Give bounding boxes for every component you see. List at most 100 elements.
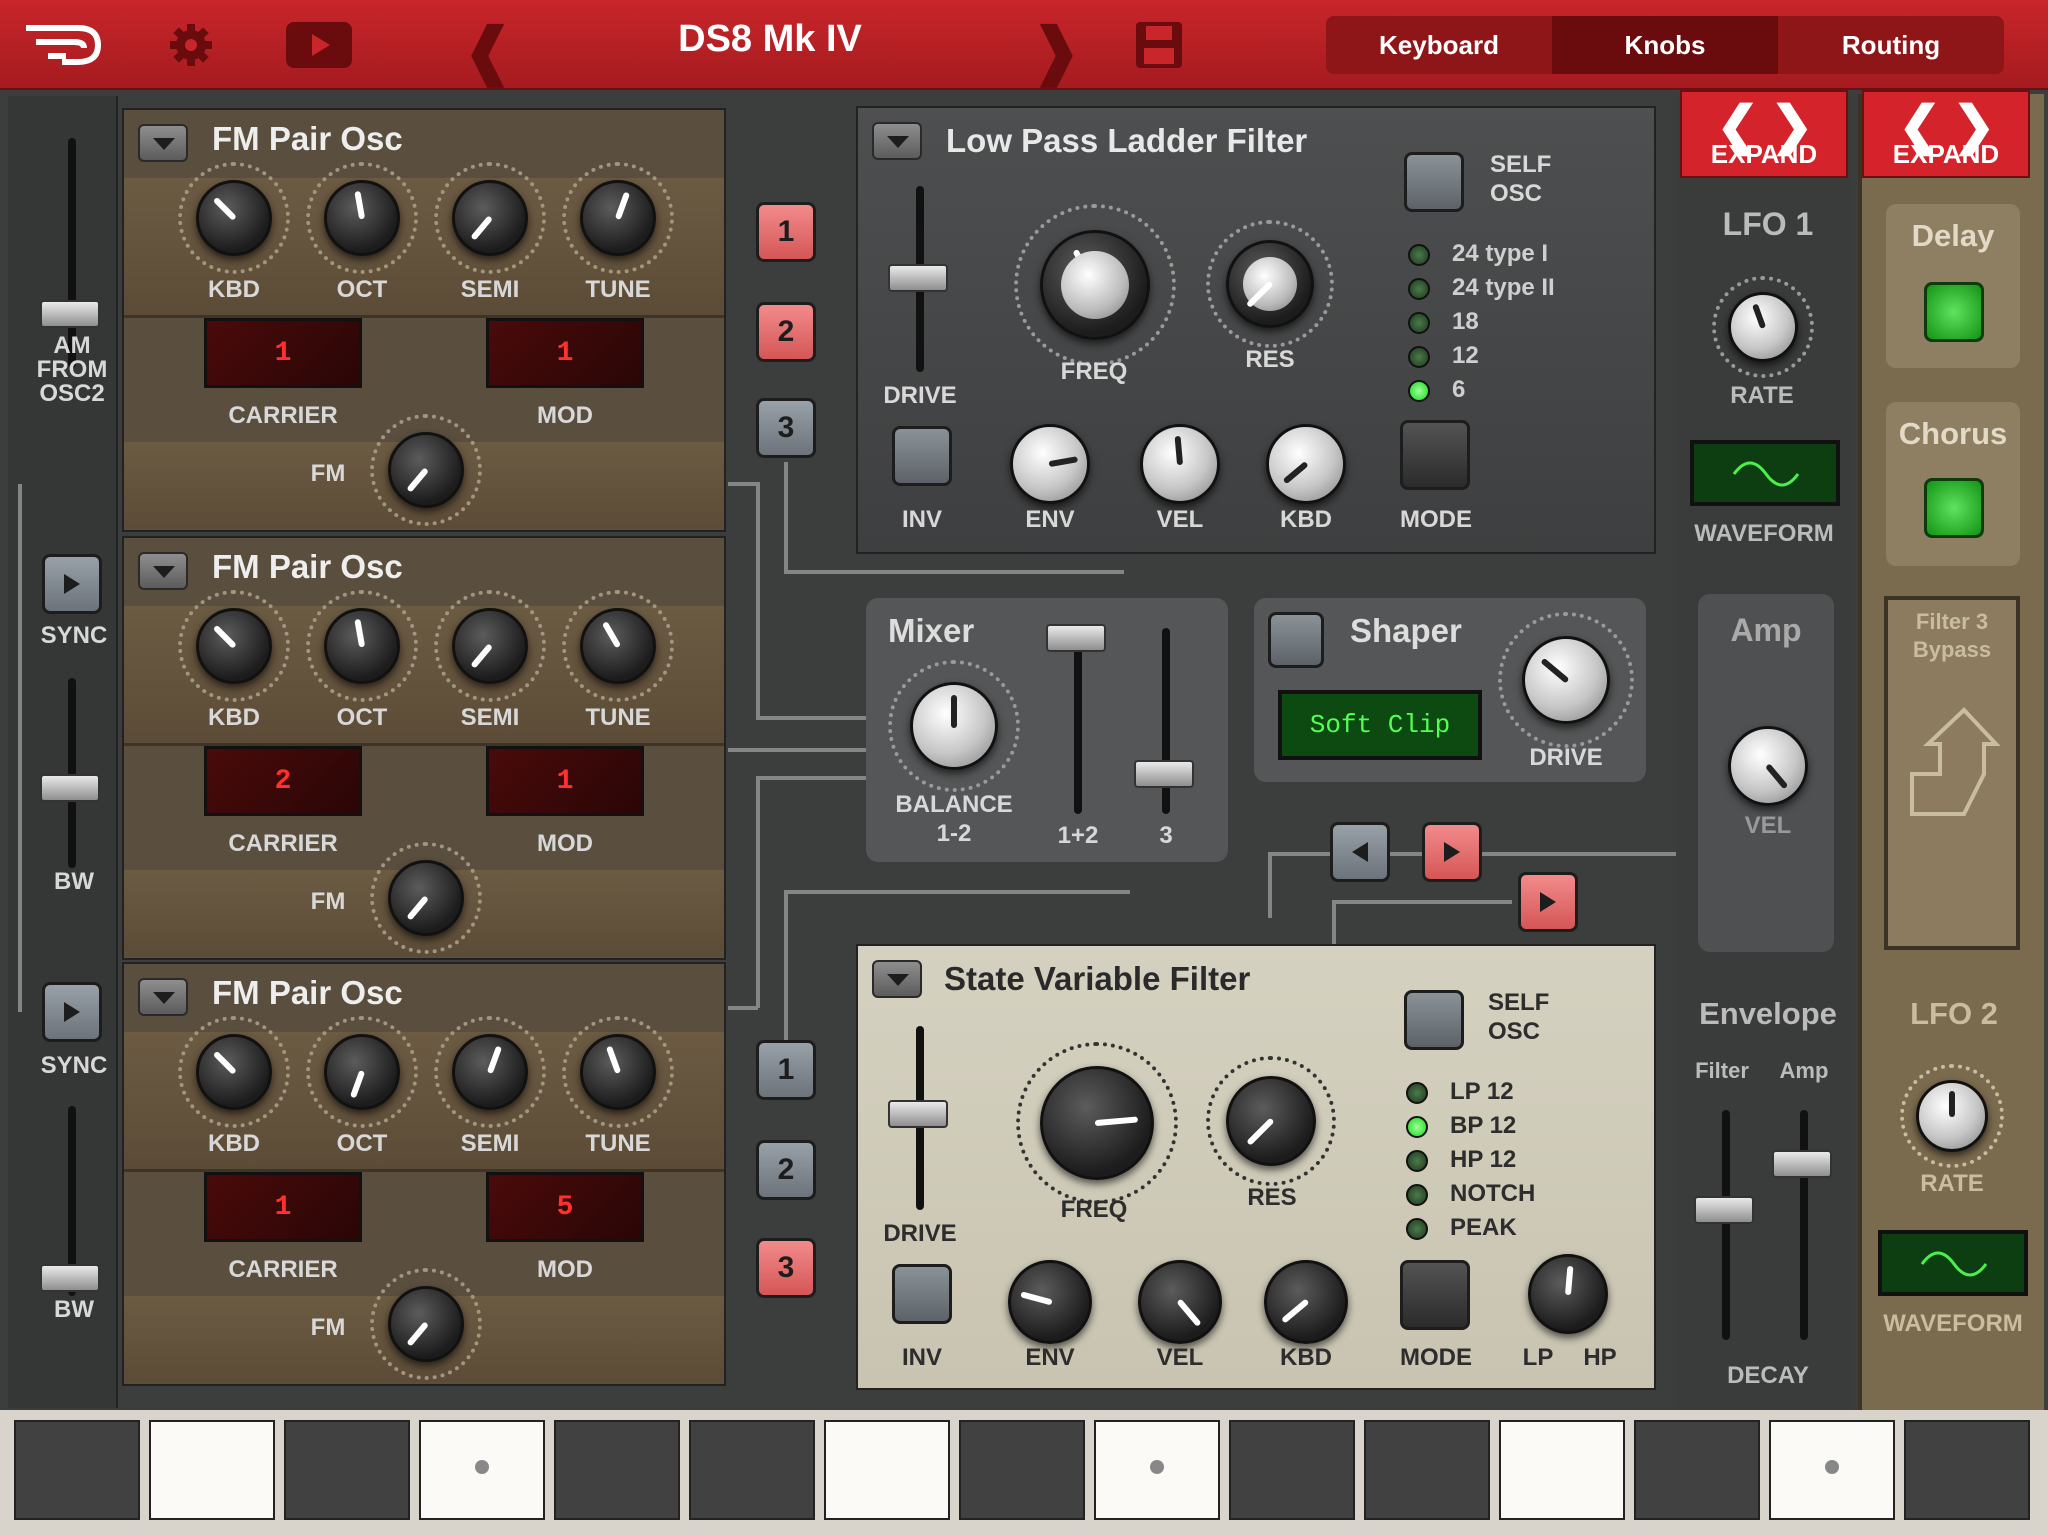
keyboard-key-13[interactable]: [1634, 1420, 1760, 1520]
am-slider-handle[interactable]: [40, 300, 100, 328]
osc-1-tune-knob[interactable]: [580, 180, 656, 256]
expand-right-button[interactable]: ❮ ❯ EXPAND: [1862, 90, 2030, 178]
osc-2-tune-knob[interactable]: [580, 608, 656, 684]
osc-2-oct-knob[interactable]: [324, 608, 400, 684]
lp-filter-dropdown-icon[interactable]: [872, 122, 922, 160]
lp-type-led-3[interactable]: [1408, 312, 1430, 334]
lp-type-led-5[interactable]: [1408, 380, 1430, 402]
svf-type-led-1[interactable]: [1406, 1082, 1428, 1104]
delay-enable-button[interactable]: [1924, 282, 1984, 342]
osc-3-kbd-knob[interactable]: [196, 1034, 272, 1110]
keyboard-key-8[interactable]: [959, 1420, 1085, 1520]
keyboard-key-10[interactable]: [1229, 1420, 1355, 1520]
osc-1-fm-knob[interactable]: [388, 432, 464, 508]
keyboard-key-11[interactable]: [1364, 1420, 1490, 1520]
osc-2-dropdown-icon[interactable]: [138, 552, 188, 590]
osc-3-mod-display[interactable]: 5: [486, 1172, 644, 1242]
route-bottom-3-button[interactable]: 3: [756, 1238, 816, 1298]
osc-3-fm-knob[interactable]: [388, 1286, 464, 1362]
keyboard-key-12[interactable]: [1499, 1420, 1625, 1520]
shaper-right-arrow-button[interactable]: [1422, 822, 1482, 882]
expand-left-button[interactable]: ❮ ❯ EXPAND: [1680, 90, 1848, 178]
lp-type-led-1[interactable]: [1408, 244, 1430, 266]
lp-env-knob[interactable]: [1010, 424, 1090, 504]
lp-vel-knob[interactable]: [1140, 424, 1220, 504]
lfo2-rate-knob[interactable]: [1916, 1080, 1988, 1152]
svf-res-knob[interactable]: [1226, 1076, 1316, 1166]
lp-drive-slider-handle[interactable]: [888, 264, 948, 292]
tab-routing[interactable]: Routing: [1778, 16, 2004, 74]
route-top-3-button[interactable]: 3: [756, 398, 816, 458]
keyboard-key-3[interactable]: [284, 1420, 410, 1520]
keyboard-key-5[interactable]: [554, 1420, 680, 1520]
osc-1-mod-display[interactable]: 1: [486, 318, 644, 388]
lp-type-led-4[interactable]: [1408, 346, 1430, 368]
svf-type-led-3[interactable]: [1406, 1150, 1428, 1172]
keyboard-key-2[interactable]: [149, 1420, 275, 1520]
env-filter-slider-handle[interactable]: [1694, 1196, 1754, 1224]
keyboard-key-9[interactable]: [1094, 1420, 1220, 1520]
svf-type-led-2[interactable]: [1406, 1116, 1428, 1138]
bw-1-slider-handle[interactable]: [40, 774, 100, 802]
route-bottom-1-button[interactable]: 1: [756, 1040, 816, 1100]
keyboard-key-7[interactable]: [824, 1420, 950, 1520]
sync-3-button[interactable]: [42, 982, 102, 1042]
keyboard-key-14[interactable]: [1769, 1420, 1895, 1520]
keyboard-key-15[interactable]: [1904, 1420, 2030, 1520]
lp-res-knob[interactable]: [1226, 240, 1314, 328]
svf-route-arrow-button[interactable]: [1518, 872, 1578, 932]
svf-env-knob[interactable]: [1008, 1260, 1092, 1344]
svf-freq-knob[interactable]: [1040, 1066, 1154, 1180]
keyboard-key-1[interactable]: [14, 1420, 140, 1520]
osc-1-kbd-knob[interactable]: [196, 180, 272, 256]
lfo2-waveform-display[interactable]: [1878, 1230, 2028, 1296]
route-bottom-2-button[interactable]: 2: [756, 1140, 816, 1200]
svf-lp-hp-knob[interactable]: [1528, 1254, 1608, 1334]
mixer-balance-knob[interactable]: [910, 682, 998, 770]
svf-type-led-5[interactable]: [1406, 1218, 1428, 1240]
keyboard-key-6[interactable]: [689, 1420, 815, 1520]
lp-self-osc-button[interactable]: [1404, 152, 1464, 212]
osc-3-dropdown-icon[interactable]: [138, 978, 188, 1016]
route-top-1-button[interactable]: 1: [756, 202, 816, 262]
lfo1-rate-knob[interactable]: [1728, 292, 1798, 362]
route-top-2-button[interactable]: 2: [756, 302, 816, 362]
shaper-mode-display[interactable]: Soft Clip: [1278, 690, 1482, 760]
svf-self-osc-button[interactable]: [1404, 990, 1464, 1050]
lp-inv-button[interactable]: [892, 426, 952, 486]
osc-2-mod-display[interactable]: 1: [486, 746, 644, 816]
mixer-3-slider-handle[interactable]: [1134, 760, 1194, 788]
osc-2-semi-knob[interactable]: [452, 608, 528, 684]
preset-title[interactable]: DS8 Mk IV: [0, 18, 1540, 61]
lp-type-led-2[interactable]: [1408, 278, 1430, 300]
svf-inv-button[interactable]: [892, 1264, 952, 1324]
tab-knobs[interactable]: Knobs: [1552, 16, 1778, 74]
osc-1-carrier-display[interactable]: 1: [204, 318, 362, 388]
amp-vel-knob[interactable]: [1728, 726, 1808, 806]
osc-1-oct-knob[interactable]: [324, 180, 400, 256]
chorus-enable-button[interactable]: [1924, 478, 1984, 538]
osc-3-semi-knob[interactable]: [452, 1034, 528, 1110]
lp-kbd-knob[interactable]: [1266, 424, 1346, 504]
lfo1-waveform-display[interactable]: [1690, 440, 1840, 506]
mixer-12-slider-handle[interactable]: [1046, 624, 1106, 652]
shaper-left-arrow-button[interactable]: [1330, 822, 1390, 882]
env-amp-slider-handle[interactable]: [1772, 1150, 1832, 1178]
next-preset-icon[interactable]: ❱: [1030, 14, 1082, 87]
lp-freq-knob[interactable]: [1040, 230, 1150, 340]
osc-1-dropdown-icon[interactable]: [138, 124, 188, 162]
save-floppy-icon[interactable]: [1136, 22, 1182, 68]
shaper-enable-button[interactable]: [1268, 612, 1324, 668]
lp-mode-button[interactable]: [1400, 420, 1470, 490]
shaper-drive-knob[interactable]: [1522, 636, 1610, 724]
svf-kbd-knob[interactable]: [1264, 1260, 1348, 1344]
svf-type-led-4[interactable]: [1406, 1184, 1428, 1206]
tab-keyboard[interactable]: Keyboard: [1326, 16, 1552, 74]
svf-mode-button[interactable]: [1400, 1260, 1470, 1330]
osc-3-tune-knob[interactable]: [580, 1034, 656, 1110]
osc-2-kbd-knob[interactable]: [196, 608, 272, 684]
sync-2-button[interactable]: [42, 554, 102, 614]
svf-vel-knob[interactable]: [1138, 1260, 1222, 1344]
osc-2-carrier-display[interactable]: 2: [204, 746, 362, 816]
bw-2-slider-handle[interactable]: [40, 1264, 100, 1292]
